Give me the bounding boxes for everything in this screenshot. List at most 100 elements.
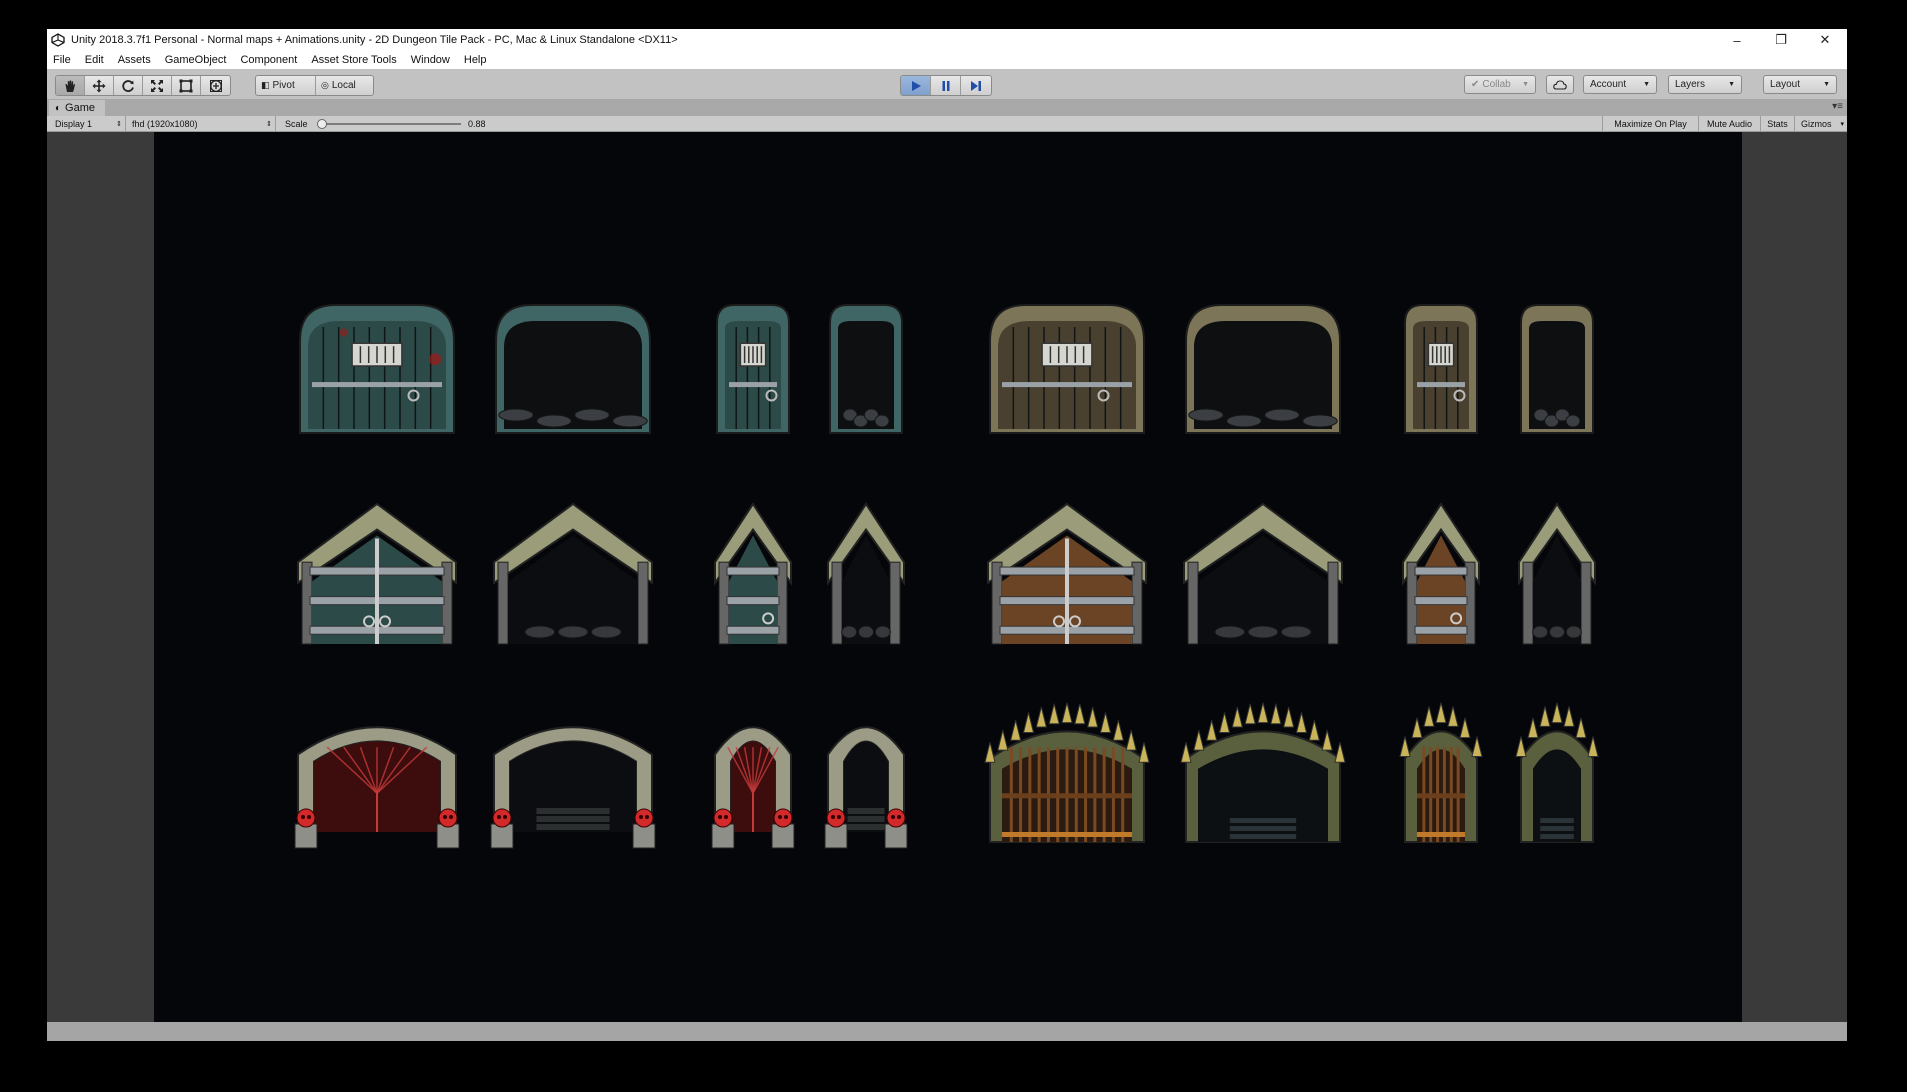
menu-bar: File Edit Assets GameObject Component As… — [47, 51, 1847, 69]
menu-assets[interactable]: Assets — [111, 54, 158, 66]
local-label: Local — [331, 80, 356, 91]
menu-asset-store-tools[interactable]: Asset Store Tools — [304, 54, 403, 66]
cloud-button[interactable] — [1546, 75, 1574, 94]
chevron-updown-icon: ⇕ — [266, 120, 272, 128]
display-dropdown[interactable]: Display 1 ⇕ — [47, 116, 126, 131]
rect-tool-icon — [179, 79, 193, 92]
teal-wide-door-closed-sprite — [294, 299, 460, 434]
scale-value: 0.88 — [468, 118, 486, 129]
scale-slider-thumb[interactable] — [317, 119, 327, 129]
transform-tool-icon — [209, 79, 222, 92]
step-icon — [971, 80, 981, 91]
collab-label: Collab — [1482, 79, 1511, 90]
local-toggle-button[interactable]: ◎ Local — [316, 76, 373, 95]
teal-peaked-double-door-open-sprite — [490, 500, 656, 648]
game-tab-bar: ◐ Game ▾≡ — [47, 100, 1847, 116]
rotate-tool-button[interactable] — [114, 76, 143, 95]
collab-dropdown[interactable]: ✔ Collab ▼ — [1464, 75, 1536, 94]
status-bar — [47, 1022, 1847, 1041]
teal-narrow-door-closed-sprite — [711, 299, 795, 434]
spiked-gate-wide-open-sprite — [1180, 702, 1346, 848]
chevron-down-icon: ▾ — [1840, 120, 1844, 128]
scale-slider-track[interactable] — [321, 123, 461, 125]
maximize-on-play-toggle[interactable]: Maximize On Play — [1603, 116, 1699, 131]
game-render-area[interactable] — [154, 132, 1742, 1022]
skull-portal-wide-closed-sprite — [294, 704, 460, 849]
scale-label: Scale — [285, 118, 308, 129]
pause-icon — [942, 80, 949, 91]
menu-edit[interactable]: Edit — [78, 54, 111, 66]
account-dropdown[interactable]: Account ▼ — [1583, 75, 1657, 94]
unity-editor-window: Unity 2018.3.7f1 Personal - Normal maps … — [47, 29, 1847, 1041]
game-viewport — [47, 132, 1847, 1022]
scale-tool-button[interactable] — [143, 76, 172, 95]
game-toolbar: Display 1 ⇕ fhd (1920x1080) ⇕ Scale 0.88 M… — [47, 116, 1847, 132]
pivot-toggle-button[interactable]: ◧ Pivot — [256, 76, 316, 95]
unity-logo-icon — [51, 33, 65, 47]
spiked-gate-wide-closed-sprite — [984, 702, 1150, 848]
mute-audio-toggle[interactable]: Mute Audio — [1699, 116, 1761, 131]
layers-dropdown[interactable]: Layers ▼ — [1668, 75, 1742, 94]
menu-window[interactable]: Window — [404, 54, 457, 66]
pivot-mode-group: ◧ Pivot ◎ Local — [255, 75, 374, 96]
scale-icon — [151, 79, 163, 92]
move-tool-button[interactable] — [85, 76, 114, 95]
teal-narrow-door-open-sprite — [824, 299, 908, 434]
skull-portal-narrow-open-sprite — [824, 704, 908, 849]
brown-peaked-single-door-open-sprite — [1515, 500, 1599, 648]
close-button[interactable]: ✕ — [1803, 29, 1847, 51]
gizmos-dropdown[interactable]: Gizmos ▾ — [1795, 116, 1847, 131]
pause-button[interactable] — [931, 76, 961, 95]
check-icon: ✔ — [1471, 79, 1480, 90]
resolution-dropdown[interactable]: fhd (1920x1080) ⇕ — [126, 116, 276, 131]
brown-wide-door-closed-sprite — [984, 299, 1150, 434]
brown-peaked-double-door-open-sprite — [1180, 500, 1346, 648]
layout-dropdown[interactable]: Layout ▼ — [1763, 75, 1837, 94]
teal-peaked-double-door-closed-sprite — [294, 500, 460, 648]
pivot-icon: ◧ — [261, 80, 270, 90]
play-controls — [900, 75, 992, 96]
menu-gameobject[interactable]: GameObject — [158, 54, 234, 66]
menu-file[interactable]: File — [47, 54, 78, 66]
pivot-label: Pivot — [272, 80, 295, 91]
chevron-down-icon: ▼ — [1522, 81, 1529, 88]
brown-peaked-single-door-closed-sprite — [1399, 500, 1483, 648]
brown-wide-door-open-sprite — [1180, 299, 1346, 434]
cloud-icon — [1553, 79, 1567, 90]
stats-toggle[interactable]: Stats — [1761, 116, 1795, 131]
title-bar: Unity 2018.3.7f1 Personal - Normal maps … — [47, 29, 1847, 51]
chevron-down-icon: ▼ — [1823, 81, 1830, 88]
resolution-label: fhd (1920x1080) — [132, 118, 198, 129]
spiked-gate-narrow-closed-sprite — [1399, 702, 1483, 848]
move-icon — [92, 79, 106, 92]
brown-narrow-door-closed-sprite — [1399, 299, 1483, 434]
skull-portal-wide-open-sprite — [490, 704, 656, 849]
hand-tool-button[interactable] — [56, 76, 85, 95]
teal-wide-door-open-sprite — [490, 299, 656, 434]
local-icon: ◎ — [321, 80, 329, 90]
layout-label: Layout — [1770, 79, 1801, 90]
gizmos-label: Gizmos — [1801, 118, 1832, 129]
layers-label: Layers — [1675, 79, 1706, 90]
account-label: Account — [1590, 79, 1627, 90]
chevron-down-icon: ▼ — [1728, 81, 1735, 88]
brown-narrow-door-open-sprite — [1515, 299, 1599, 434]
step-button[interactable] — [961, 76, 991, 95]
tab-game-label: Game — [65, 102, 96, 114]
skull-portal-narrow-closed-sprite — [711, 704, 795, 849]
menu-help[interactable]: Help — [457, 54, 494, 66]
menu-component[interactable]: Component — [233, 54, 304, 66]
teal-peaked-single-door-open-sprite — [824, 500, 908, 648]
minimize-button[interactable]: – — [1715, 29, 1759, 51]
rect-tool-button[interactable] — [172, 76, 201, 95]
transform-tool-button[interactable] — [201, 76, 230, 95]
panel-menu-icon[interactable]: ▾≡ — [1832, 101, 1843, 112]
chevron-down-icon: ▼ — [1643, 81, 1650, 88]
window-title: Unity 2018.3.7f1 Personal - Normal maps … — [71, 34, 678, 46]
restore-button[interactable]: ❐ — [1759, 29, 1803, 51]
brown-peaked-double-door-closed-sprite — [984, 500, 1150, 648]
play-button[interactable] — [901, 76, 931, 95]
tab-game[interactable]: ◐ Game — [49, 100, 106, 116]
play-icon — [911, 80, 921, 91]
pacman-icon: ◐ — [55, 102, 62, 114]
